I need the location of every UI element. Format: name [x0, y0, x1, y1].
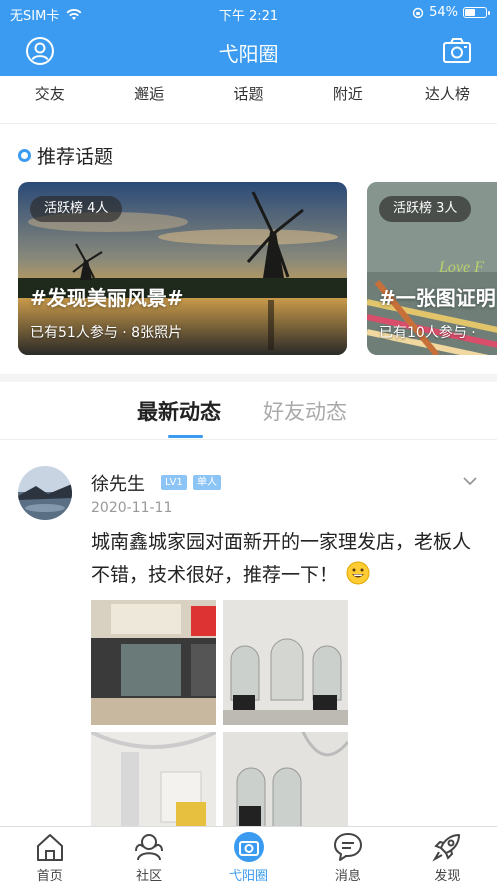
post-username[interactable]: 徐先生	[91, 470, 145, 496]
active-tab-indicator	[168, 435, 203, 438]
post-photo[interactable]	[91, 732, 216, 826]
category-topics[interactable]: 话题	[199, 76, 298, 123]
top-bar: 无SIM卡 下午 2:21 54% 弋阳圈	[0, 0, 497, 76]
category-leaderboard[interactable]: 达人榜	[398, 76, 497, 123]
home-icon	[36, 834, 63, 861]
section-divider	[0, 374, 497, 382]
post-date: 2020-11-11	[91, 500, 173, 516]
salon-interior-image	[223, 600, 348, 725]
topic-meta: 已有10人参与 ·	[379, 325, 476, 341]
tab-friends[interactable]: 好友动态	[263, 396, 347, 426]
status-badge: 单人	[193, 475, 221, 490]
salon-mirror-image	[223, 732, 348, 826]
nav-messages[interactable]: 消息	[298, 827, 397, 883]
nav-label: 发现	[434, 869, 461, 883]
nav-discover[interactable]: 发现	[398, 827, 497, 883]
post-text: 城南鑫城家园对面新开的一家理发店，老板人不错，技术很好，推荐一下！	[91, 531, 472, 586]
community-icon	[135, 834, 164, 861]
avatar[interactable]	[18, 466, 72, 520]
post-photo[interactable]	[91, 600, 216, 725]
battery-icon	[463, 7, 490, 18]
nav-community[interactable]: 社区	[99, 827, 198, 883]
tab-latest[interactable]: 最新动态	[137, 396, 221, 426]
app-screen: 无SIM卡 下午 2:21 54% 弋阳圈 交友 邂逅 话题 附近 达人榜 推荐…	[0, 0, 497, 883]
svg-text:Love F: Love F	[438, 259, 484, 276]
category-nearby[interactable]: 附近	[298, 76, 397, 123]
category-bar: 交友 邂逅 话题 附近 达人榜	[0, 76, 497, 124]
chevron-down-icon[interactable]	[461, 472, 479, 490]
salon-counter-image	[91, 732, 216, 826]
activity-rank-badge: 活跃榜 4人	[30, 196, 123, 222]
feed-tabs: 最新动态 好友动态	[0, 382, 497, 440]
salon-storefront-image	[91, 600, 216, 725]
feed-post: 徐先生 LV1 单人 2020-11-11 城南鑫城家园对面新开的一家理发店，老…	[0, 440, 497, 826]
battery-fill	[465, 9, 475, 16]
avatar-image	[18, 466, 72, 520]
battery-percent: 54%	[429, 5, 458, 20]
rocket-icon	[432, 834, 461, 862]
level-badge: LV1	[161, 475, 187, 490]
nav-label: 弋阳圈	[229, 869, 269, 883]
recommended-topics-title: 推荐话题	[18, 142, 113, 169]
activity-rank-badge: 活跃榜 3人	[379, 196, 472, 222]
topic-title: #一张图证明	[379, 286, 496, 310]
nav-label: 消息	[334, 869, 361, 883]
post-content: 城南鑫城家园对面新开的一家理发店，老板人不错，技术很好，推荐一下！	[91, 526, 481, 592]
topic-meta: 已有51人参与 · 8张照片	[30, 325, 183, 341]
topic-card[interactable]: 活跃榜 4人 #发现美丽风景# 已有51人参与 · 8张照片	[18, 182, 347, 355]
grinning-face-icon	[346, 561, 370, 585]
recommended-title-text: 推荐话题	[37, 146, 114, 168]
nav-yiyang-circle[interactable]: 弋阳圈	[199, 827, 298, 883]
message-icon	[333, 833, 362, 861]
section-dot-icon	[18, 149, 31, 162]
camera-icon[interactable]	[442, 36, 472, 66]
rotation-lock-icon	[412, 7, 424, 18]
circle-camera-icon	[233, 832, 264, 862]
status-right: 54%	[412, 5, 490, 20]
bottom-nav: 首页 社区 弋阳圈 消息 发现	[0, 826, 497, 883]
status-bar: 无SIM卡 下午 2:21 54%	[0, 0, 497, 26]
nav-home[interactable]: 首页	[0, 827, 99, 883]
topic-title: #发现美丽风景#	[30, 286, 184, 310]
post-photo[interactable]	[223, 732, 348, 826]
post-photo[interactable]	[223, 600, 348, 725]
category-make-friends[interactable]: 交友	[0, 76, 99, 123]
page-title: 弋阳圈	[218, 42, 279, 66]
category-encounter[interactable]: 邂逅	[99, 76, 198, 123]
recommended-topics-section: 推荐话题 活跃榜 4人 #发现美丽风景# 已有51人参与 · 8张照片 Love…	[0, 124, 497, 374]
nav-label: 社区	[136, 869, 163, 883]
topic-card[interactable]: Love F 活跃榜 3人 #一张图证明 已有10人参与 ·	[367, 182, 497, 355]
nav-label: 首页	[36, 869, 63, 883]
